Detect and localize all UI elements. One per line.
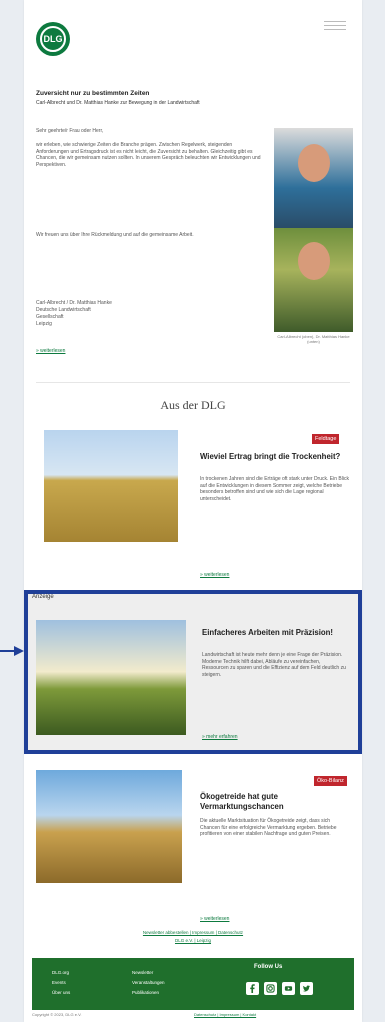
footer-privacy-links[interactable]: Datenschutz | Impressum | Kontakt: [194, 1012, 256, 1017]
copyright-text: Copyright © 2023, DLG e.V.: [32, 1012, 82, 1017]
signature-line-3: Gesellschaft: [36, 314, 64, 320]
newsletter-page: DLG Zuversicht nur zu bestimmten Zeiten …: [24, 0, 362, 1022]
lead-greeting: Sehr geehrte/r Frau oder Herr,: [36, 128, 104, 134]
section-divider: [36, 382, 350, 383]
facebook-icon[interactable]: [246, 982, 259, 995]
article-3-text: Die aktuelle Marktsituation für Ökogetre…: [200, 818, 337, 838]
instagram-icon[interactable]: [264, 982, 277, 995]
portrait-photo-1: [274, 128, 353, 228]
menu-icon[interactable]: [324, 18, 346, 32]
lead-paragraph-2: Wir freuen uns über Ihre Rückmeldung und…: [36, 232, 194, 238]
portrait-photo-2: [274, 228, 353, 332]
photo-caption: Carl-Albrecht (oben), Dr. Matthias Hanke…: [277, 334, 350, 344]
imprint-links[interactable]: DLG e.V. | Leipzig: [24, 938, 362, 943]
signature-line-1: Carl-Albrecht / Dr. Matthias Hanke: [36, 300, 112, 306]
lead-paragraph: wir erleben, wie schwierige Zeiten die B…: [36, 142, 261, 168]
ad-label: Anzeige: [32, 594, 54, 600]
signature-line-4: Leipzig: [36, 321, 52, 327]
footer-link-about[interactable]: Über uns: [52, 990, 70, 995]
article-3-read-more[interactable]: » weiterlesen: [200, 916, 229, 922]
footer-link-publications[interactable]: Publikationen: [132, 990, 159, 995]
footer: DLG.org Events Über uns Newsletter Veran…: [32, 958, 354, 1010]
section-title: Aus der DLG: [160, 398, 226, 412]
article-1-read-more[interactable]: » weiterlesen: [200, 572, 229, 578]
unsubscribe-links[interactable]: Newsletter abbestellen | Impressum | Dat…: [24, 930, 362, 935]
article-2-title[interactable]: Einfacheres Arbeiten mit Präzision!: [202, 628, 352, 638]
lead-subtitle: Carl-Albrecht und Dr. Matthias Hanke zur…: [36, 100, 200, 106]
dlg-logo[interactable]: DLG: [36, 22, 70, 56]
article-3-title[interactable]: Ökogetreide hat gute Vermarktungschancen: [200, 792, 352, 811]
ad-pointer-arrow-icon: [0, 646, 24, 656]
article-3-image[interactable]: [36, 770, 182, 883]
logo-text: DLG: [40, 26, 66, 52]
lead-title: Zuversicht nur zu bestimmten Zeiten: [36, 90, 150, 97]
footer-link-events[interactable]: Events: [52, 980, 66, 985]
article-1-title[interactable]: Wieviel Ertrag bringt die Trockenheit?: [200, 452, 350, 462]
footer-link-newsletter[interactable]: Newsletter: [132, 970, 153, 975]
article-2-read-more[interactable]: » mehr erfahren: [202, 734, 238, 740]
follow-us-label: Follow Us: [254, 964, 283, 970]
article-1-badge: Feldtage: [312, 434, 340, 444]
lead-read-more-link[interactable]: » weiterlesen: [36, 348, 65, 354]
footer-link-dlg[interactable]: DLG.org: [52, 970, 69, 975]
article-1-text: In trockenen Jahren sind die Erträge oft…: [200, 476, 349, 502]
article-2-image[interactable]: [36, 620, 186, 735]
signature-line-2: Deutsche Landwirtschaft: [36, 307, 91, 313]
footer-link-events-2[interactable]: Veranstaltungen: [132, 980, 165, 985]
youtube-icon[interactable]: [282, 982, 295, 995]
twitter-icon[interactable]: [300, 982, 313, 995]
article-1-image[interactable]: [44, 430, 178, 542]
article-2-text: Landwirtschaft ist heute mehr denn je ei…: [202, 652, 346, 678]
article-3-badge: Öko-Bilanz: [314, 776, 347, 786]
